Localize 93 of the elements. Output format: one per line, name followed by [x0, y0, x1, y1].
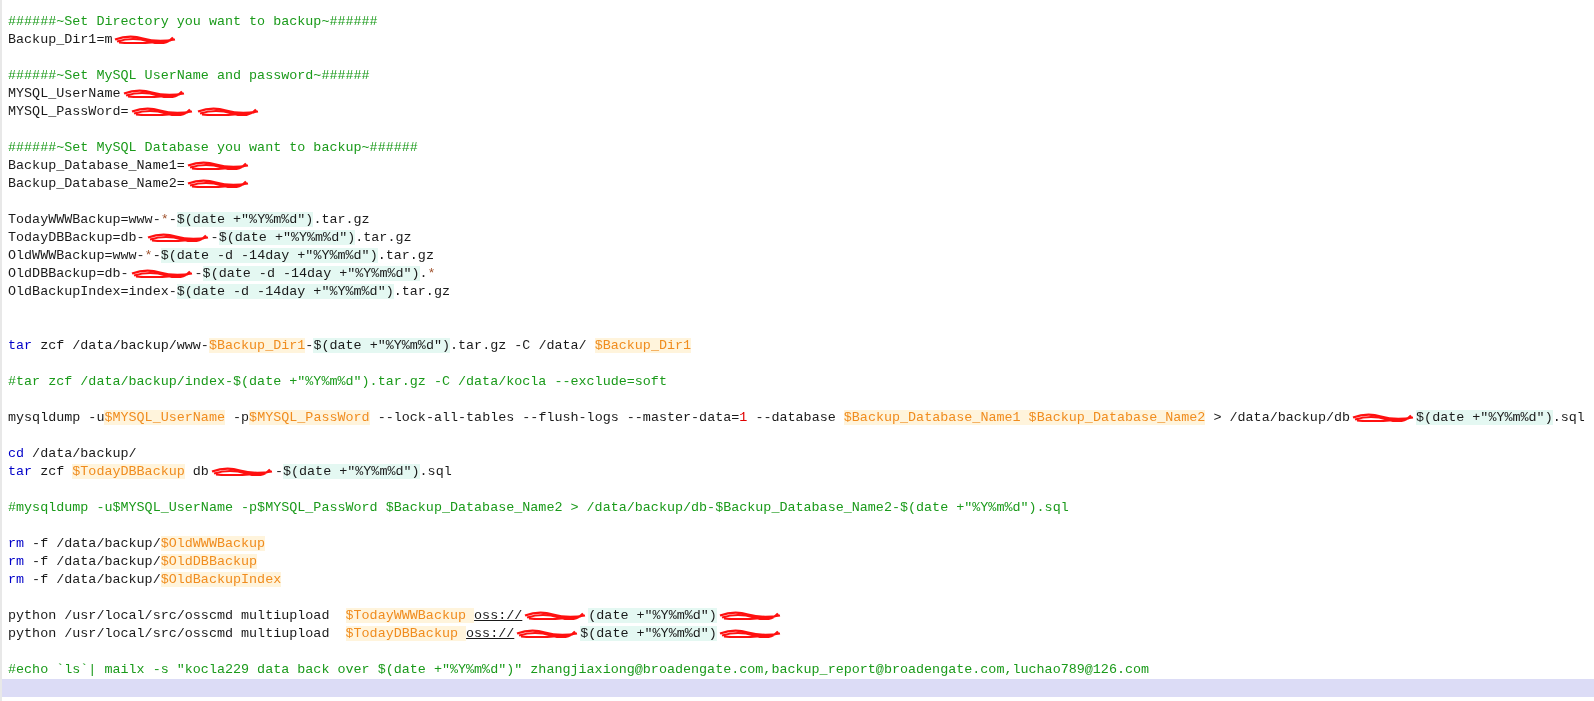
variable: $MYSQL_PassWord	[249, 410, 370, 425]
code-text: OldBackupIndex=index-	[8, 284, 177, 299]
code-text: MYSQL_UserName	[8, 86, 121, 101]
operator: *	[160, 212, 169, 227]
operator: *	[144, 248, 153, 263]
code-text: .tar.gz -C /data/	[450, 338, 588, 353]
keyword: rm	[8, 572, 25, 587]
code-text: --lock-all-tables --flush-logs --master-data=	[376, 410, 740, 425]
code-comment: #echo `ls`| mailx -s "kocla229 data back over $(date +"%Y%m%d")" zhangjiaxiong@broadengate.com,backup_report@broadengate.com,luchao789@126.com	[8, 662, 1150, 677]
code-text: .tar.gz	[377, 248, 434, 263]
code-text: mysqldump -u	[8, 410, 105, 425]
code-comment: #mysqldump -u$MYSQL_UserName -p$MYSQL_PassWord $Backup_Database_Name2 > /data/backup/db-$Backup_Database_Name2-$(date +"%Y%m%d").sql	[8, 500, 1069, 515]
code-text: -	[168, 212, 177, 227]
variable: $Backup_Dir1	[594, 338, 692, 353]
variable: $OldWWWBackup	[160, 536, 266, 551]
code-text: zcf	[39, 464, 66, 479]
redaction-scribble	[523, 610, 588, 620]
code-text: .sql	[1552, 410, 1585, 425]
code-text: python /usr/local/src/osscmd multiupload	[8, 608, 331, 623]
code-text: Backup_Database_Name2=	[8, 176, 185, 191]
code-comment: ######~Set MySQL UserName and password~######	[8, 68, 370, 83]
redaction-scribble	[717, 610, 782, 620]
variable: $TodayWWWBackup	[345, 608, 475, 623]
command-substitution: $(date +"%Y%m%d")	[218, 230, 356, 245]
code-text: .tar.gz	[355, 230, 412, 245]
variable: $OldDBBackup	[160, 554, 258, 569]
keyword: cd	[8, 446, 25, 461]
code-text: Backup_Dir1=m	[8, 32, 113, 47]
code-text: -	[152, 248, 161, 263]
command-substitution: $(date -d -14day +"%Y%m%d")	[160, 248, 378, 263]
redaction-scribble	[185, 178, 250, 188]
command-substitution: $(date +"%Y%m%d")	[176, 212, 314, 227]
command-substitution: $(date -d -14day +"%Y%m%d")	[202, 266, 420, 281]
code-comment: ######~Set MySQL Database you want to backup~######	[8, 140, 418, 155]
code-text: .tar.gz	[393, 284, 450, 299]
command-substitution: $(date +"%Y%m%d")	[1416, 410, 1553, 425]
redaction-scribble	[129, 106, 194, 116]
redaction-scribble	[145, 232, 210, 242]
redaction-scribble	[717, 628, 782, 638]
command-substitution: $(date +"%Y%m%d")	[282, 464, 420, 479]
redaction-scribble	[195, 106, 260, 116]
code-text: > /data/backup/db	[1212, 410, 1351, 425]
code-text: -	[210, 230, 219, 245]
code-text: -f /data/backup/	[31, 536, 161, 551]
command-substitution: (date +"%Y%m%d")	[588, 608, 717, 623]
code-text: OldWWWBackup=www-	[8, 248, 145, 263]
code-text: -p	[232, 410, 250, 425]
keyword: tar	[8, 464, 33, 479]
code-editor[interactable]	[0, 0, 1594, 701]
redaction-scribble	[129, 268, 194, 278]
code-text: zcf /data/backup/www-	[39, 338, 209, 353]
code-text: TodayWWWBackup=www-	[8, 212, 161, 227]
code-text: python /usr/local/src/osscmd multiupload	[8, 626, 331, 641]
code-text: .tar.gz	[313, 212, 370, 227]
variable: $OldBackupIndex	[160, 572, 282, 587]
code-text: -f /data/backup/	[31, 572, 161, 587]
command-substitution: $(date +"%Y%m%d")	[313, 338, 450, 353]
code-text: TodayDBBackup=db-	[8, 230, 145, 245]
url-text: oss://	[474, 608, 523, 623]
redaction-scribble	[185, 160, 250, 170]
code-text: -f /data/backup/	[31, 554, 161, 569]
code-text: db	[191, 464, 209, 479]
redaction-scribble	[515, 628, 580, 638]
code-text: MYSQL_PassWord=	[8, 104, 129, 119]
variable: $Backup_Dir1	[208, 338, 306, 353]
code-text: .	[419, 266, 428, 281]
redaction-scribble	[121, 88, 186, 98]
variable: $TodayDBBackup	[345, 626, 467, 641]
code-text: .sql	[419, 464, 452, 479]
code-text: --database	[754, 410, 837, 425]
command-substitution: $(date +"%Y%m%d")	[580, 626, 717, 641]
code-text: -	[194, 266, 203, 281]
code-text: OldDBBackup=db-	[8, 266, 129, 281]
url-text: oss://	[466, 626, 515, 641]
code-comment: #tar zcf /data/backup/index-$(date +"%Y%m%d").tar.gz -C /data/kocla --exclude=soft	[8, 374, 667, 389]
keyword: rm	[8, 536, 25, 551]
code-text: -	[274, 464, 283, 479]
code-comment: ######~Set Directory you want to backup~######	[8, 14, 378, 29]
code-text: -	[305, 338, 314, 353]
variable: $MYSQL_UserName	[104, 410, 225, 425]
variable: $Backup_Database_Name1	[843, 410, 1029, 425]
variable: $TodayDBBackup	[72, 464, 185, 479]
number-literal: 1	[739, 410, 748, 425]
redaction-scribble	[113, 34, 178, 44]
command-substitution: $(date -d -14day +"%Y%m%d")	[176, 284, 394, 299]
operator: *	[427, 266, 436, 281]
variable: $Backup_Database_Name2	[1028, 410, 1206, 425]
redaction-scribble	[209, 466, 274, 476]
code-text: /data/backup/	[31, 446, 137, 461]
redaction-scribble	[1351, 412, 1416, 422]
code-text: Backup_Database_Name1=	[8, 158, 185, 173]
keyword: tar	[8, 338, 33, 353]
keyword: rm	[8, 554, 25, 569]
